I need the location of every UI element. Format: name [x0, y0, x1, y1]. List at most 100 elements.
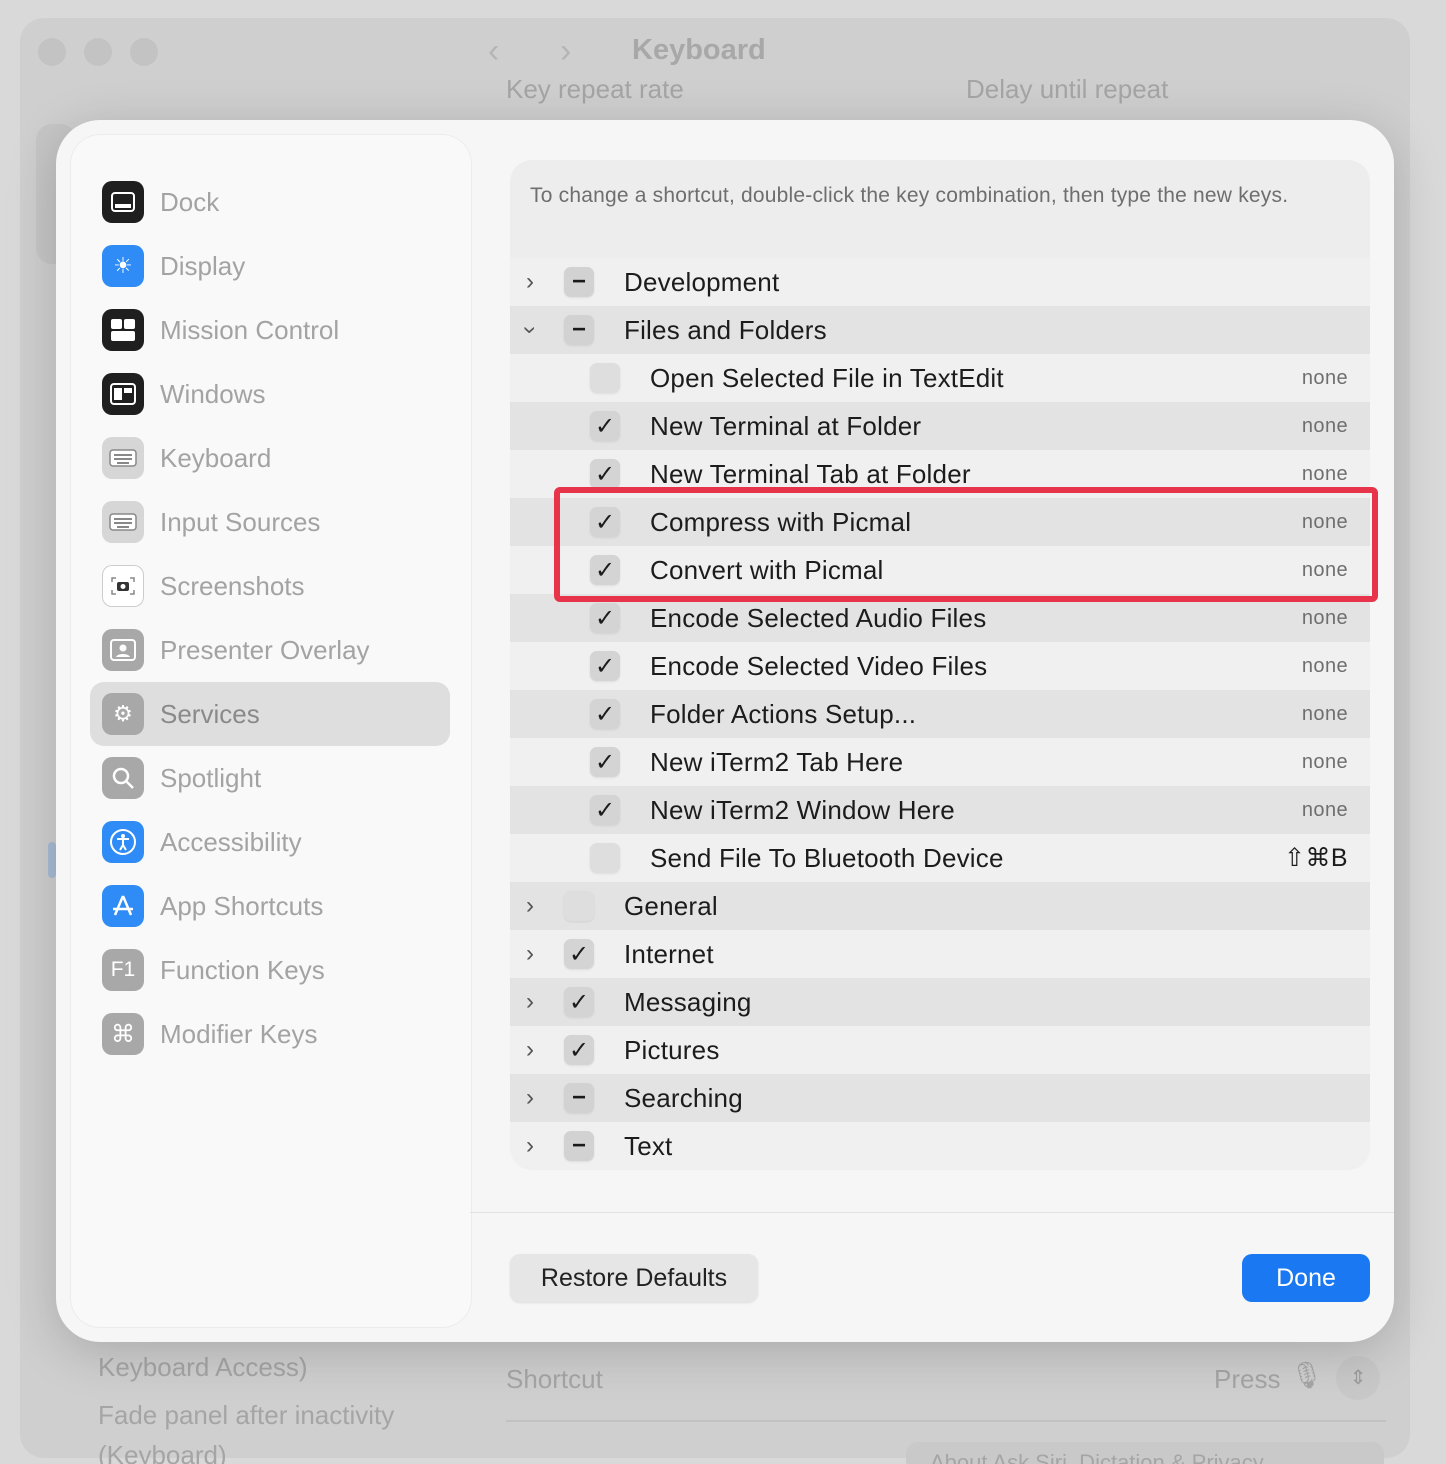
shortcut-value[interactable]: none	[1302, 511, 1348, 534]
close-window-button[interactable]	[38, 38, 66, 66]
service-row[interactable]: ✓ New Terminal Tab at Folder none	[510, 450, 1370, 498]
group-checkbox[interactable]: −	[564, 315, 594, 345]
group-checkbox[interactable]: ✓	[564, 939, 594, 969]
shortcut-value[interactable]: Press	[1214, 1364, 1280, 1395]
sidebar-item-modifier-keys[interactable]: ⌘ Modifier Keys	[90, 1002, 450, 1066]
service-checkbox[interactable]: ✓	[590, 411, 620, 441]
sidebar-item-app-shortcuts[interactable]: App Shortcuts	[90, 874, 450, 938]
chevron-right-icon[interactable]: ›	[518, 882, 542, 930]
service-checkbox[interactable]: ✓	[590, 795, 620, 825]
sidebar-item-label: Dock	[160, 186, 220, 217]
restore-defaults-button[interactable]: Restore Defaults	[510, 1254, 758, 1302]
chevron-right-icon[interactable]: ›	[518, 1122, 542, 1170]
group-row-general[interactable]: › General	[510, 882, 1370, 930]
group-row-internet[interactable]: › ✓ Internet	[510, 930, 1370, 978]
group-checkbox[interactable]: −	[564, 1083, 594, 1113]
sidebar-item-mission-control[interactable]: Mission Control	[90, 298, 450, 362]
sidebar-item-label: Presenter Overlay	[160, 634, 370, 665]
group-row-messaging[interactable]: › ✓ Messaging	[510, 978, 1370, 1026]
group-checkbox[interactable]: −	[564, 267, 594, 297]
shortcut-value[interactable]: none	[1302, 367, 1348, 390]
group-checkbox[interactable]	[564, 891, 594, 921]
service-checkbox[interactable]: ✓	[590, 459, 620, 489]
service-row[interactable]: ✓ Compress with Picmal none	[510, 498, 1370, 546]
sidebar-item-screenshots[interactable]: Screenshots	[90, 554, 450, 618]
service-label: New Terminal at Folder	[650, 410, 922, 441]
chevron-right-icon[interactable]: ›	[518, 1026, 542, 1074]
sidebar-item-label: Screenshots	[160, 570, 305, 601]
shortcut-value[interactable]: none	[1302, 415, 1348, 438]
shortcut-value[interactable]: none	[1302, 751, 1348, 774]
done-button[interactable]: Done	[1242, 1254, 1370, 1302]
group-checkbox[interactable]: ✓	[564, 1035, 594, 1065]
about-siri-button[interactable]: About Ask Siri, Dictation & Privacy	[906, 1442, 1384, 1464]
function-keys-icon: F1	[102, 949, 144, 991]
service-row[interactable]: ✓ New iTerm2 Window Here none	[510, 786, 1370, 834]
sidebar-item-input-sources[interactable]: Input Sources	[90, 490, 450, 554]
service-row[interactable]: Open Selected File in TextEdit none	[510, 354, 1370, 402]
service-row[interactable]: ✓ Encode Selected Video Files none	[510, 642, 1370, 690]
chevron-right-icon[interactable]: ›	[518, 978, 542, 1026]
service-checkbox[interactable]: ✓	[590, 699, 620, 729]
instructions-text: To change a shortcut, double-click the k…	[530, 184, 1289, 207]
service-checkbox[interactable]: ✓	[590, 555, 620, 585]
sidebar-item-dock[interactable]: Dock	[90, 170, 450, 234]
sidebar-item-label: Mission Control	[160, 314, 340, 345]
services-list-panel: To change a shortcut, double-click the k…	[510, 160, 1370, 1170]
service-row[interactable]: ✓ Folder Actions Setup... none	[510, 690, 1370, 738]
forward-chevron-icon[interactable]: ›	[560, 32, 571, 71]
service-checkbox[interactable]	[590, 363, 620, 393]
sidebar-item-accessibility[interactable]: Accessibility	[90, 810, 450, 874]
zoom-window-button[interactable]	[130, 38, 158, 66]
microphone-icon: 🎙	[1290, 1360, 1324, 1390]
group-row-text[interactable]: › − Text	[510, 1122, 1370, 1170]
minimize-window-button[interactable]	[84, 38, 112, 66]
group-row-searching[interactable]: › − Searching	[510, 1074, 1370, 1122]
service-row[interactable]: Send File To Bluetooth Device ⇧⌘B	[510, 834, 1370, 882]
group-row-pictures[interactable]: › ✓ Pictures	[510, 1026, 1370, 1074]
shortcut-value[interactable]: none	[1302, 703, 1348, 726]
service-checkbox[interactable]: ✓	[590, 651, 620, 681]
sidebar-item-label: Keyboard	[160, 442, 272, 473]
group-checkbox[interactable]: −	[564, 1131, 594, 1161]
sidebar-item-windows[interactable]: Windows	[90, 362, 450, 426]
group-row-development[interactable]: › − Development	[510, 258, 1370, 306]
fade-panel-sub-label: (Keyboard)	[98, 1440, 227, 1464]
background-divider	[506, 1420, 1386, 1422]
service-label: Encode Selected Audio Files	[650, 602, 987, 633]
service-row[interactable]: ✓ Convert with Picmal none	[510, 546, 1370, 594]
key-repeat-rate-label: Key repeat rate	[506, 74, 684, 104]
input-sources-icon	[102, 501, 144, 543]
shortcut-value[interactable]: none	[1302, 655, 1348, 678]
sidebar-item-display[interactable]: ☀ Display	[90, 234, 450, 298]
back-chevron-icon[interactable]: ‹	[488, 32, 499, 71]
service-checkbox[interactable]: ✓	[590, 507, 620, 537]
shortcut-value[interactable]: none	[1302, 463, 1348, 486]
sidebar-item-presenter-overlay[interactable]: Presenter Overlay	[90, 618, 450, 682]
shortcut-value[interactable]: none	[1302, 559, 1348, 582]
sidebar-item-spotlight[interactable]: Spotlight	[90, 746, 450, 810]
service-row[interactable]: ✓ New Terminal at Folder none	[510, 402, 1370, 450]
group-checkbox[interactable]: ✓	[564, 987, 594, 1017]
service-row[interactable]: ✓ Encode Selected Audio Files none	[510, 594, 1370, 642]
shortcut-value[interactable]: ⇧⌘B	[1284, 843, 1348, 873]
service-row[interactable]: ✓ New iTerm2 Tab Here none	[510, 738, 1370, 786]
shortcut-value[interactable]: none	[1302, 799, 1348, 822]
service-label: Encode Selected Video Files	[650, 650, 988, 681]
sidebar-item-label: Spotlight	[160, 762, 262, 793]
group-row-files-and-folders[interactable]: › − Files and Folders	[510, 306, 1370, 354]
service-checkbox[interactable]: ✓	[590, 603, 620, 633]
sidebar-item-function-keys[interactable]: F1 Function Keys	[90, 938, 450, 1002]
service-checkbox[interactable]: ✓	[590, 747, 620, 777]
service-checkbox[interactable]	[590, 843, 620, 873]
chevron-down-icon[interactable]: ›	[510, 318, 554, 342]
sidebar-item-label: Accessibility	[160, 826, 302, 857]
chevron-right-icon[interactable]: ›	[518, 258, 542, 306]
sidebar-item-services[interactable]: ⚙ Services	[90, 682, 450, 746]
shortcut-stepper[interactable]: ⇕	[1336, 1356, 1380, 1400]
chevron-right-icon[interactable]: ›	[518, 930, 542, 978]
windows-icon	[102, 373, 144, 415]
chevron-right-icon[interactable]: ›	[518, 1074, 542, 1122]
sidebar-item-keyboard[interactable]: Keyboard	[90, 426, 450, 490]
shortcut-value[interactable]: none	[1302, 607, 1348, 630]
